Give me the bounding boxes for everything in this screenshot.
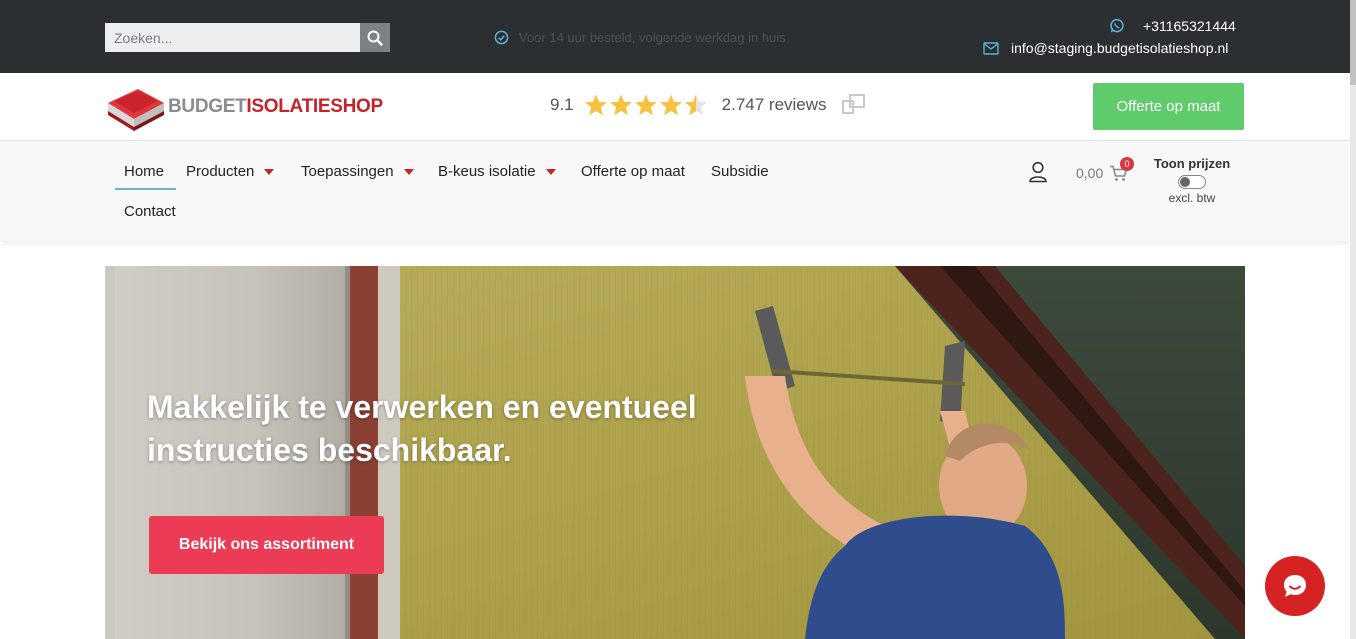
- kiyoh-logo-icon: [841, 94, 865, 114]
- page: Voor 14 uur besteld, volgende werkdag in…: [0, 0, 1356, 639]
- half-star-icon: [684, 94, 707, 116]
- scrollbar-thumb[interactable]: [1350, 0, 1356, 85]
- phone-number: +31165321444: [1143, 18, 1236, 34]
- nav-item-producten[interactable]: Producten: [186, 163, 275, 180]
- logo-text: BUDGETISOLATIESHOP: [168, 96, 383, 117]
- search-form: [105, 23, 390, 52]
- whatsapp-icon: [1110, 18, 1124, 33]
- email-address: info@staging.budgetisolatieshop.nl: [1011, 40, 1229, 56]
- email-link[interactable]: info@staging.budgetisolatieshop.nl: [983, 40, 1228, 56]
- price-toggle-group: Toon prijzen excl. btw: [1150, 156, 1234, 205]
- offerte-op-maat-button[interactable]: Offerte op maat: [1093, 83, 1244, 130]
- bekijk-assortiment-button[interactable]: Bekijk ons assortiment: [149, 516, 384, 574]
- nav-item-home[interactable]: Home: [124, 163, 164, 180]
- reviews-count: 2.747 reviews: [721, 95, 827, 114]
- star-icon: [634, 94, 657, 116]
- nav-item-offerte[interactable]: Offerte op maat: [581, 163, 685, 180]
- active-underline: [115, 188, 176, 190]
- nav-item-contact[interactable]: Contact: [124, 203, 176, 220]
- envelope-icon: [983, 41, 999, 55]
- nav-item-subsidie[interactable]: Subsidie: [711, 163, 769, 180]
- rating-score: 9.1: [550, 95, 574, 114]
- search-icon: [367, 30, 383, 46]
- star-icon: [584, 94, 607, 116]
- user-account-icon[interactable]: [1028, 161, 1048, 183]
- search-input[interactable]: [105, 23, 360, 52]
- hero-banner: Makkelijk te verwerken en eventueel inst…: [105, 266, 1245, 639]
- top-bar: Voor 14 uur besteld, volgende werkdag in…: [0, 0, 1350, 73]
- toggle-knob: [1180, 177, 1190, 187]
- star-icon: [659, 94, 682, 116]
- header: BUDGETISOLATIESHOP 9.1 2.747 reviews Off…: [0, 73, 1350, 141]
- chevron-down-icon: [545, 168, 556, 175]
- star-icon: [609, 94, 632, 116]
- rating-widget[interactable]: 9.1 2.747 reviews: [550, 93, 867, 117]
- toon-prijzen-label: Toon prijzen: [1153, 156, 1231, 171]
- main-nav: Home Producten Toepassingen B-keus isola…: [0, 141, 1350, 241]
- cart-count-badge: 0: [1120, 157, 1134, 171]
- rating-stars: [584, 93, 708, 117]
- logo[interactable]: BUDGETISOLATIESHOP: [104, 81, 383, 133]
- hero-title: Makkelijk te verwerken en eventueel inst…: [147, 389, 697, 468]
- check-circle-icon: [494, 30, 509, 45]
- btw-toggle[interactable]: [1178, 175, 1206, 189]
- excl-btw-label: excl. btw: [1168, 191, 1216, 205]
- logo-mark-icon: [108, 89, 164, 131]
- cart-amount[interactable]: 0,00: [1076, 165, 1103, 181]
- nav-item-toepassingen[interactable]: Toepassingen: [301, 163, 414, 180]
- chat-bubble-icon: [1284, 575, 1306, 597]
- search-button[interactable]: [360, 23, 390, 52]
- nav-item-b-keus[interactable]: B-keus isolatie: [438, 163, 556, 180]
- chevron-down-icon: [403, 168, 414, 175]
- usp-delivery: Voor 14 uur besteld, volgende werkdag in…: [494, 30, 786, 45]
- scrollbar-track[interactable]: [1350, 0, 1356, 639]
- chat-button[interactable]: [1265, 556, 1325, 616]
- usp-text: Voor 14 uur besteld, volgende werkdag in…: [519, 30, 786, 45]
- phone-link[interactable]: +31165321444: [1109, 18, 1236, 34]
- chevron-down-icon: [264, 168, 275, 175]
